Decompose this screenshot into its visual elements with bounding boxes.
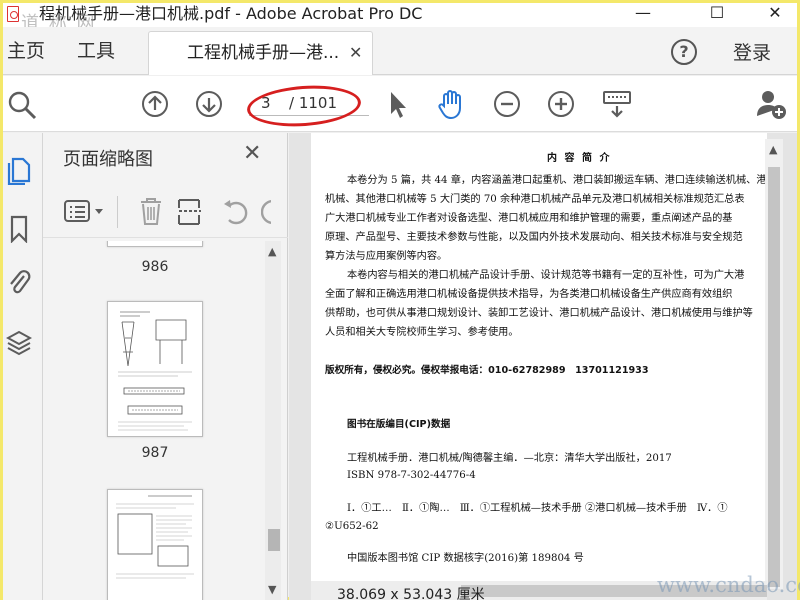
scroll-thumb[interactable] [768, 167, 780, 587]
left-nav-rail [3, 133, 43, 600]
body-text-line: 供帮助，也可供从事港口规划设计、装卸工艺设计、港口机械产品设计、港口机械使用与维… [325, 308, 753, 319]
delete-page-icon[interactable] [139, 196, 163, 226]
thumbnail-page[interactable] [107, 489, 203, 600]
toolbar-divider [117, 196, 118, 228]
copyright-notice: 版权所有，侵权必究。侵权举报电话：010-62782989 1370112193… [325, 365, 649, 376]
login-button[interactable]: 登录 [733, 27, 771, 79]
body-text-line: 广大港口机械专业工作者对设备选型、港口机械应用和维护管理的需要，重点阐述产品的基 [325, 213, 733, 224]
title-bar: 程机械手册—港口机械.pdf - Adobe Acrobat Pro DC 道 … [3, 3, 797, 34]
cip-line: ISBN 978-7-302-44776-4 [347, 470, 476, 481]
body-text-line: 本卷分为 5 篇，共 44 章，内容涵盖港口起重机、港口装卸搬运车辆、港口连续输… [347, 175, 767, 186]
thumbnail-page-number: 986 [141, 259, 169, 275]
window-title: 程机械手册—港口机械.pdf - Adobe Acrobat Pro DC [39, 4, 423, 23]
page-heading: 内 容 简 介 [547, 153, 612, 164]
thumbnail-toolbar [43, 188, 288, 238]
pdf-page: 内 容 简 介 本卷分为 5 篇，共 44 章，内容涵盖港口起重机、港口装卸搬运… [311, 133, 767, 583]
zoom-search-icon[interactable] [7, 90, 37, 120]
page-dimensions: 38.069 x 53.043 厘米 [337, 587, 485, 600]
rotate-right-icon[interactable] [261, 196, 271, 226]
maximize-button[interactable]: ☐ [697, 3, 737, 25]
tab-home[interactable]: 主页 [7, 27, 45, 75]
thumbnail-options-icon[interactable] [63, 198, 109, 226]
scroll-up-arrow[interactable]: ▲ [268, 245, 276, 258]
tab-bar: 主页 工具 工程机械手册—港... ✕ ? 登录 [3, 27, 797, 75]
select-cursor-icon[interactable] [387, 90, 409, 120]
tab-document[interactable]: 工程机械手册—港... ✕ [148, 31, 373, 75]
thumbnail-page[interactable] [107, 241, 203, 247]
document-tab-label: 工程机械手册—港... [187, 43, 340, 63]
rotate-left-icon[interactable] [221, 196, 249, 226]
scroll-down-arrow[interactable]: ▼ [268, 583, 276, 596]
page-thumbnails-icon[interactable] [7, 155, 31, 185]
close-window-button[interactable]: ✕ [755, 3, 795, 25]
extract-page-icon[interactable] [177, 196, 203, 226]
body-text-line: 全面了解和正确选用港口机械设备提供技术指导，为各类港口机械设备生产供应商有效组织 [325, 289, 733, 300]
main-toolbar: 3 / 1101 [3, 76, 797, 132]
help-icon[interactable]: ? [671, 39, 697, 65]
close-panel-icon[interactable]: ✕ [243, 141, 261, 166]
tab-tools[interactable]: 工具 [77, 27, 115, 75]
body-text-line: 原理、产品型号、主要技术参数与性能，以及国内外技术发展动向、相关技术标准与安全规… [325, 232, 743, 243]
thumbnail-page[interactable] [107, 301, 203, 437]
thumbnail-page-number: 987 [141, 445, 169, 461]
zoom-out-icon[interactable] [493, 90, 521, 118]
keyboard-tools-icon[interactable] [601, 88, 633, 120]
body-text-line: 人员和相关大专院校师生学习、参考使用。 [325, 327, 519, 338]
bookmark-icon[interactable] [9, 215, 29, 243]
body-text-line: 算方法与应用案例等内容。 [325, 251, 448, 262]
body-text-line: 本卷内容与相关的港口机械产品设计手册、设计规范等书籍有一定的互补性，可为广大港 [347, 270, 745, 281]
body-text-line: 机械、其他港口机械等 5 大门类的 70 余种港口机械产品单元及港口机械相关标准… [325, 194, 745, 205]
layers-icon[interactable] [6, 329, 32, 359]
watermark-bottom-right: www.cndao.com [657, 573, 800, 597]
zoom-in-icon[interactable] [547, 90, 575, 118]
previous-page-icon[interactable] [141, 90, 169, 118]
panel-title: 页面缩略图 [63, 149, 153, 170]
document-vertical-scrollbar[interactable]: ▲ [765, 139, 783, 589]
thumbnail-scrollbar[interactable]: ▲ ▼ [265, 241, 281, 600]
cip-line: 中国版本图书馆 CIP 数据核字(2016)第 189804 号 [347, 553, 584, 564]
cip-title: 图书在版编目(CIP)数据 [347, 419, 451, 430]
page-thumbnails-panel: 页面缩略图 ✕ 986 987 ▲ ▼ [43, 133, 288, 600]
scroll-thumb[interactable] [268, 529, 280, 551]
next-page-icon[interactable] [195, 90, 223, 118]
cip-line: Ⅰ．①工… Ⅱ．①陶… Ⅲ．①工程机械—技术手册 ②港口机械—技术手册 Ⅳ．① [347, 503, 728, 514]
thumbnail-list: 986 987 [43, 241, 265, 600]
close-tab-icon[interactable]: ✕ [349, 32, 362, 74]
document-view[interactable]: 内 容 简 介 本卷分为 5 篇，共 44 章，内容涵盖港口起重机、港口装卸搬运… [289, 133, 800, 600]
cip-line: ②U652-62 [325, 521, 379, 532]
acrobat-pdf-icon [7, 6, 19, 22]
scroll-up-arrow[interactable]: ▲ [769, 143, 777, 156]
attachment-icon[interactable] [7, 267, 31, 297]
minimize-button[interactable]: — [623, 3, 663, 25]
hand-tool-icon[interactable] [435, 88, 467, 120]
add-user-icon[interactable] [755, 88, 789, 120]
